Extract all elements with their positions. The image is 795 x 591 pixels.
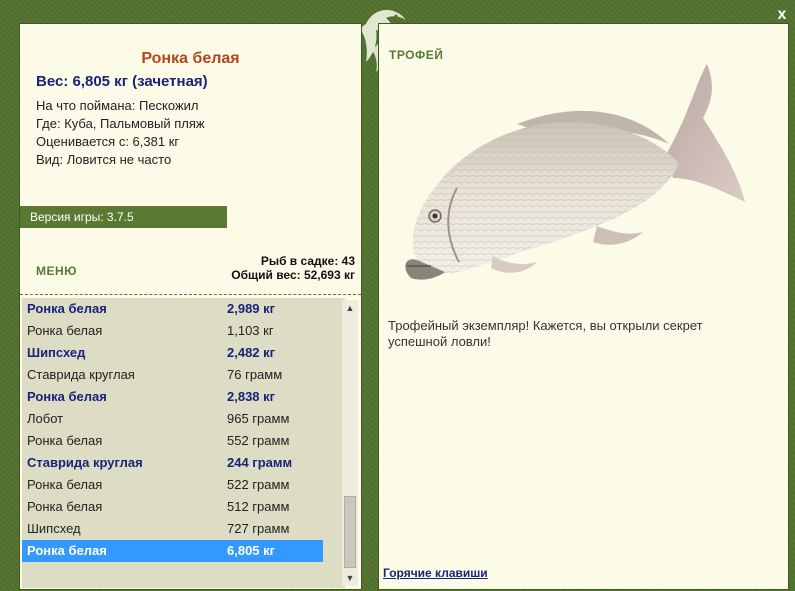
catch-list-row[interactable]: Лобот 965 грамм bbox=[22, 408, 323, 430]
fish-bait: На что поймана: Пескожил bbox=[36, 98, 199, 113]
scroll-down-arrow-icon[interactable]: ▼ bbox=[342, 570, 358, 586]
catch-list-row[interactable]: Ставрида круглая 244 грамм bbox=[22, 452, 323, 474]
catch-list-row[interactable]: Ронка белая 2,989 кг bbox=[22, 298, 323, 320]
trophy-panel: ТРОФЕЙ Трофейный экземпляр! Кажется, вы … bbox=[378, 23, 789, 590]
catch-fish-weight: 727 грамм bbox=[227, 521, 290, 536]
catch-list-row[interactable]: Ронка белая 512 грамм bbox=[22, 496, 323, 518]
divider bbox=[20, 294, 361, 295]
catch-fish-weight: 244 грамм bbox=[227, 455, 293, 470]
catch-fish-weight: 2,482 кг bbox=[227, 345, 276, 360]
catch-fish-name: Ронка белая bbox=[27, 477, 103, 492]
catch-list-row[interactable]: Шипсхед 727 грамм bbox=[22, 518, 323, 540]
catch-list-row[interactable]: Ронка белая 552 грамм bbox=[22, 430, 323, 452]
fish-details: На что поймана: Пескожил Где: Куба, Паль… bbox=[36, 97, 205, 169]
catch-fish-weight: 522 грамм bbox=[227, 477, 290, 492]
catch-list-row[interactable]: Шипсхед 2,482 кг bbox=[22, 342, 323, 364]
hotkeys-link[interactable]: Горячие клавиши bbox=[383, 566, 488, 580]
catch-fish-weight: 512 грамм bbox=[227, 499, 290, 514]
catch-fish-name: Ронка белая bbox=[27, 389, 107, 404]
catch-fish-name: Ронка белая bbox=[27, 323, 103, 338]
fish-species: Вид: Ловится не часто bbox=[36, 152, 172, 167]
fish-name-title: Ронка белая bbox=[141, 50, 240, 67]
close-button[interactable]: x bbox=[773, 6, 791, 24]
fish-value: Оценивается с: 6,381 кг bbox=[36, 134, 180, 149]
catch-info-panel: Ронка белая Вес: 6,805 кг (зачетная) На … bbox=[19, 23, 362, 590]
catch-fish-weight: 6,805 кг bbox=[227, 543, 276, 558]
scroll-thumb[interactable] bbox=[344, 496, 356, 568]
scroll-up-arrow-icon[interactable]: ▲ bbox=[342, 300, 358, 316]
fish-location: Где: Куба, Пальмовый пляж bbox=[36, 116, 205, 131]
catch-fish-name: Ставрида круглая bbox=[27, 455, 143, 470]
catch-list-row[interactable]: Ставрида круглая 76 грамм bbox=[22, 364, 323, 386]
catch-list: Ронка белая 2,989 кг Ронка белая 1,103 кг Ши… bbox=[22, 298, 345, 588]
catch-list-scrollbar[interactable]: ▲ ▼ bbox=[342, 300, 358, 586]
catch-fish-name: Ронка белая bbox=[27, 301, 107, 316]
catch-fish-name: Шипсхед bbox=[27, 345, 86, 360]
fish-count: Рыб в садке: 43 bbox=[260, 254, 355, 268]
catch-fish-name: Ронка белая bbox=[27, 433, 103, 448]
catch-fish-weight: 1,103 кг bbox=[227, 323, 274, 338]
catch-fish-name: Лобот bbox=[27, 411, 64, 426]
catch-list-row[interactable]: Ронка белая 1,103 кг bbox=[22, 320, 323, 342]
catch-list-row[interactable]: Ронка белая 6,805 кг bbox=[22, 540, 323, 562]
catch-list-row[interactable]: Ронка белая 522 грамм bbox=[22, 474, 323, 496]
catch-fish-weight: 552 грамм bbox=[227, 433, 290, 448]
catch-fish-weight: 965 грамм bbox=[227, 411, 290, 426]
game-window-frame: x Ронка белая Вес: 6,805 кг (зачетная) Н… bbox=[0, 0, 795, 591]
catch-fish-name: Ронка белая bbox=[27, 543, 107, 558]
catch-fish-name: Ставрида круглая bbox=[27, 367, 135, 382]
keepnet-stats: Рыб в садке: 43 Общий вес: 52,693 кг bbox=[231, 254, 355, 282]
menu-button[interactable]: МЕНЮ bbox=[36, 264, 77, 278]
total-weight: Общий вес: 52,693 кг bbox=[231, 268, 355, 282]
catch-fish-weight: 2,838 кг bbox=[227, 389, 276, 404]
catch-list-row[interactable]: Ронка белая 2,838 кг bbox=[22, 386, 323, 408]
game-version-bar: Версия игры: 3.7.5 bbox=[20, 206, 227, 228]
catch-fish-weight: 2,989 кг bbox=[227, 301, 276, 316]
catch-fish-name: Шипсхед bbox=[27, 521, 81, 536]
catch-fish-name: Ронка белая bbox=[27, 499, 103, 514]
fish-weight: Вес: 6,805 кг (зачетная) bbox=[36, 73, 208, 90]
catch-fish-weight: 76 грамм bbox=[227, 367, 283, 382]
fish-image bbox=[405, 64, 745, 280]
trophy-message: Трофейный экземпляр! Кажется, вы открыли… bbox=[388, 318, 703, 349]
